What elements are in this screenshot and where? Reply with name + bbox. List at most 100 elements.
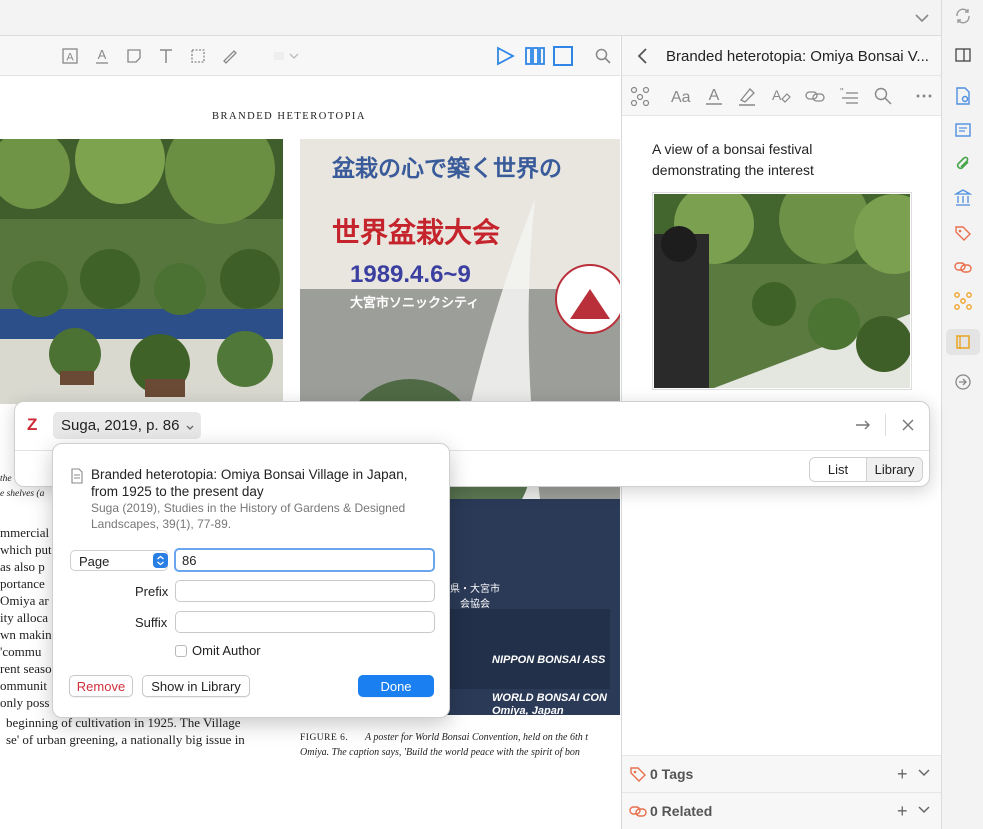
tag-icon [629, 765, 647, 786]
item-title: Branded heterotopia: Omiya Bonsai Villag… [91, 467, 408, 499]
figure-caption: Omiya. The caption says, 'Build the worl… [300, 747, 580, 758]
zotero-logo: Z [27, 415, 38, 434]
locator-input[interactable] [174, 548, 435, 572]
svg-text:A: A [709, 87, 720, 104]
poster-venue: 大宮市ソニックシティ [350, 295, 480, 310]
citation-chip-label: Suga, 2019, p. 86 [61, 417, 180, 434]
tags-section[interactable]: 0 Tags + [622, 755, 942, 792]
svg-text:Aa: Aa [671, 89, 691, 106]
poster-title-jp: 世界盆栽大会 [332, 217, 501, 248]
related-section[interactable]: 0 Related + [622, 792, 942, 829]
attachment-icon[interactable] [942, 152, 983, 176]
search-icon[interactable] [591, 44, 615, 68]
select-arrows-icon [153, 553, 168, 568]
item-source: Suga (2019), Studies in the History of G… [91, 501, 406, 531]
suffix-input[interactable] [175, 611, 435, 633]
text-color-icon[interactable]: A [704, 85, 724, 110]
network-icon[interactable] [942, 289, 983, 313]
locate-icon[interactable] [942, 370, 983, 394]
poster-bottom-jp-2: 会協会 [460, 599, 490, 610]
more-icon[interactable] [914, 85, 934, 110]
underline-icon[interactable]: A [90, 44, 114, 68]
citation-item-panel: Branded heterotopia: Omiya Bonsai Villag… [52, 443, 450, 718]
area-select-icon[interactable] [186, 44, 210, 68]
poster-bottom-1: WORLD BONSAI CON [492, 692, 607, 704]
related-label: 0 Related [650, 803, 713, 819]
clear-format-icon[interactable]: A [770, 85, 792, 110]
paragraph-line: se' of urban greening, a nationally big … [6, 732, 245, 747]
locator-select[interactable]: Page [70, 550, 168, 571]
link-icon[interactable] [804, 85, 826, 110]
citation-icon[interactable]: " [838, 85, 860, 110]
locator-select-label: Page [79, 554, 110, 569]
side-nav [941, 0, 983, 829]
play-icon[interactable] [493, 44, 517, 68]
list-view-button[interactable]: List [810, 458, 866, 481]
view-toggle: List Library [809, 457, 923, 482]
split-view-icon[interactable] [523, 44, 547, 68]
tag-icon[interactable] [942, 221, 983, 245]
running-head: BRANDED HETEROTOPIA [212, 111, 367, 122]
figure-label: FIGURE 6. [300, 733, 349, 743]
note-icon[interactable] [122, 44, 146, 68]
close-icon[interactable] [899, 416, 917, 437]
single-page-icon[interactable] [551, 44, 575, 68]
poster-headline-jp: 盆栽の心で築く世界の [332, 155, 562, 181]
related-icon [629, 802, 647, 823]
chevron-down-icon[interactable] [912, 8, 932, 28]
chevron-down-icon[interactable] [917, 803, 931, 820]
color-dropdown-icon[interactable] [270, 44, 302, 68]
document-icon [70, 468, 84, 487]
toggle-pane-icon[interactable] [942, 43, 983, 67]
poster-bottom-2: Omiya, Japan [492, 705, 564, 715]
info-icon[interactable] [942, 84, 983, 108]
window-title-bar [0, 0, 942, 36]
svg-text:A: A [98, 47, 107, 62]
bonsai-photo-left [0, 139, 283, 404]
annotation-toolbar: Aa A A " [622, 76, 942, 116]
done-button[interactable]: Done [358, 675, 434, 697]
text-box-icon[interactable]: A [58, 44, 82, 68]
left-caption-2: e shelves (a [0, 489, 45, 499]
left-caption-1: the [0, 474, 12, 484]
abstract-icon[interactable] [942, 118, 983, 142]
chevron-down-icon[interactable] [917, 766, 931, 783]
highlight-icon[interactable] [737, 85, 757, 110]
remove-button[interactable]: Remove [69, 675, 133, 697]
draw-icon[interactable] [218, 44, 242, 68]
graph-icon[interactable] [629, 85, 651, 110]
omit-author-checkbox[interactable] [175, 645, 187, 657]
omit-author-label: Omit Author [192, 643, 261, 658]
search-icon[interactable] [873, 85, 893, 110]
notes-icon[interactable] [946, 329, 980, 355]
prefix-input[interactable] [175, 580, 435, 602]
tags-label: 0 Tags [650, 766, 694, 782]
accept-arrow-icon[interactable] [854, 416, 872, 437]
pane-title: Branded heterotopia: Omiya Bonsai V... [666, 48, 929, 65]
divider [885, 414, 886, 436]
annotation-text[interactable]: A view of a bonsai festival demonstratin… [652, 139, 852, 181]
show-in-library-button[interactable]: Show in Library [142, 675, 250, 697]
library-view-button[interactable]: Library [866, 458, 922, 481]
related-icon[interactable] [942, 255, 983, 279]
chevron-down-icon [185, 421, 195, 436]
suffix-label: Suffix [135, 615, 168, 630]
citation-chip[interactable]: Suga, 2019, p. 86 [53, 412, 201, 439]
pdf-toolbar: A A [0, 36, 620, 76]
svg-text:A: A [772, 87, 782, 103]
svg-text:A: A [66, 52, 74, 64]
text-icon[interactable] [154, 44, 178, 68]
prefix-label: Prefix [135, 584, 169, 599]
add-tag-icon[interactable]: + [897, 765, 908, 783]
figure-caption: A poster for World Bonsai Convention, he… [365, 732, 589, 743]
sync-icon[interactable] [942, 4, 983, 28]
add-related-icon[interactable]: + [897, 802, 908, 820]
pane-header: Branded heterotopia: Omiya Bonsai V... [622, 36, 942, 76]
svg-text:": " [840, 87, 844, 98]
poster-bottom-3: NIPPON BONSAI ASS [492, 654, 606, 666]
annotation-image[interactable] [652, 174, 934, 390]
font-size-icon[interactable]: Aa [669, 85, 693, 110]
poster-date: 1989.4.6~9 [350, 261, 471, 288]
back-chevron-icon[interactable] [636, 46, 650, 69]
library-icon[interactable] [942, 186, 983, 210]
